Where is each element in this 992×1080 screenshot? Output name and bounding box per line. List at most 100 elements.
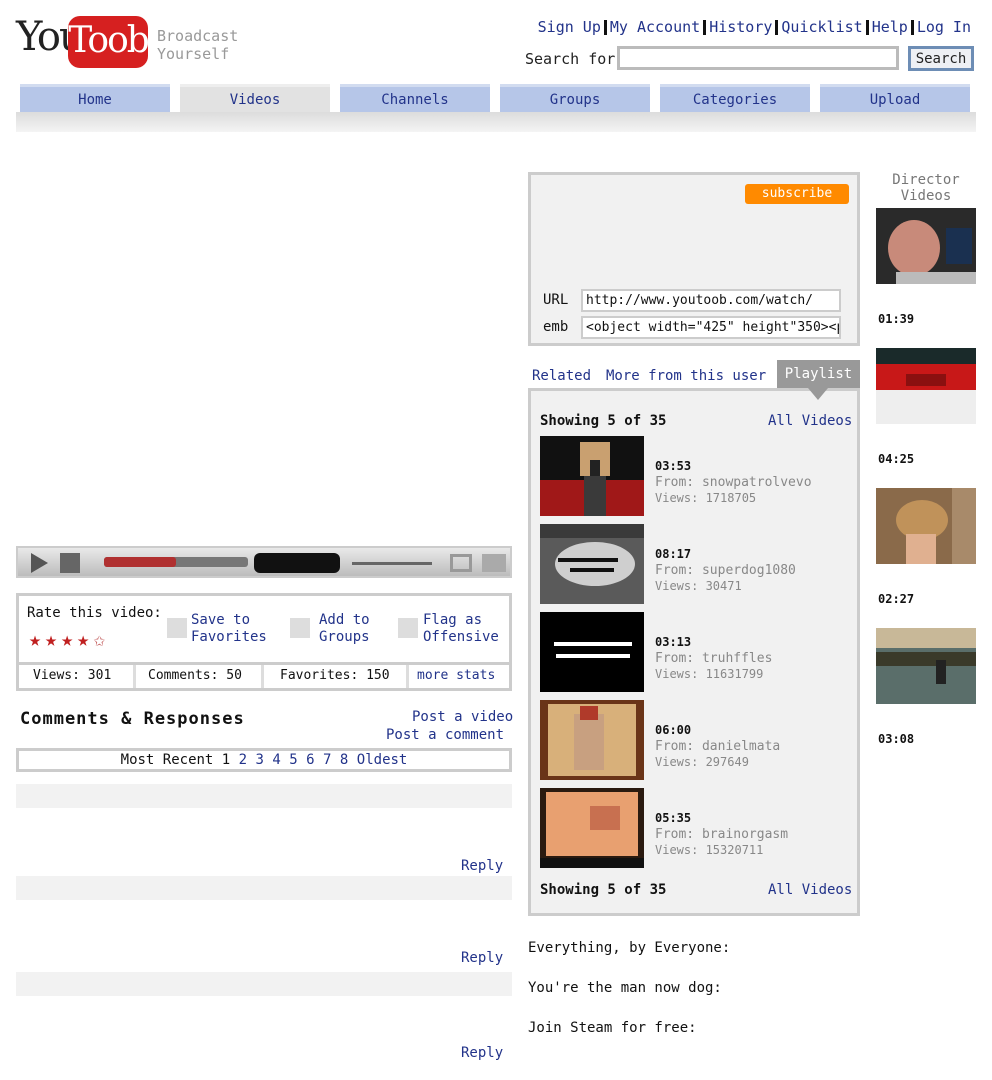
tab-related[interactable]: Related [532, 368, 591, 384]
star-icon[interactable]: ★ [29, 627, 41, 651]
video-duration: 03:53 [655, 459, 692, 473]
video-views: Views: 30471 [655, 579, 742, 593]
page-link[interactable]: 8 [340, 752, 348, 768]
oldest-link[interactable]: Oldest [357, 752, 408, 768]
page-link[interactable]: 7 [323, 752, 331, 768]
page-link[interactable]: 3 [256, 752, 264, 768]
video-thumbnail[interactable] [540, 788, 644, 868]
half-star-icon[interactable]: ✩ [93, 627, 105, 651]
star-icon[interactable]: ★ [45, 627, 57, 651]
groups-line-1: Add to [319, 612, 370, 628]
progress-bar[interactable] [104, 557, 248, 567]
showing-count: Showing 5 of 35 [540, 882, 667, 898]
video-views: Views: 297649 [655, 755, 749, 769]
video-views: Views: 1718705 [655, 491, 757, 505]
flag-offensive-link[interactable]: Flag as Offensive [423, 612, 499, 646]
tab-playlist[interactable]: Playlist [777, 360, 860, 388]
page-link[interactable]: 2 [239, 752, 247, 768]
tab-home[interactable]: Home [20, 84, 170, 114]
list-item[interactable]: 03:13 From: truhffles Views: 11631799 [540, 612, 850, 692]
star-rating[interactable]: ★ ★ ★ ★ ✩ [29, 627, 105, 651]
video-thumbnail[interactable] [540, 436, 644, 516]
video-uploader: From: superdog1080 [655, 563, 796, 578]
search-input[interactable] [617, 46, 899, 70]
save-to-favorites-link[interactable]: Save to Favorites [191, 612, 267, 646]
my-account-link[interactable]: My Account [607, 18, 703, 36]
tab-groups[interactable]: Groups [500, 84, 650, 114]
video-thumbnail[interactable] [876, 488, 976, 564]
video-thumbnail[interactable] [876, 208, 976, 284]
tab-upload[interactable]: Upload [820, 84, 970, 114]
tab-more-from-user[interactable]: More from this user [606, 368, 766, 384]
page-link[interactable]: 4 [272, 752, 280, 768]
rate-label: Rate this video: [27, 605, 162, 621]
promo-text: Everything, by Everyone: [528, 940, 731, 956]
list-item[interactable]: 05:35 From: brainorgasm Views: 15320711 [540, 788, 850, 868]
log-in-link[interactable]: Log In [914, 18, 974, 36]
video-thumbnail[interactable] [540, 612, 644, 692]
search-button[interactable]: Search [908, 46, 974, 71]
url-field[interactable]: http://www.youtoob.com/watch/ [581, 289, 841, 312]
all-videos-link[interactable]: All Videos [768, 413, 852, 429]
tab-videos[interactable]: Videos [180, 84, 330, 114]
more-stats-link[interactable]: more stats [409, 665, 495, 688]
logo-toob[interactable]: Toob [68, 16, 150, 68]
list-item[interactable]: 06:00 From: danielmata Views: 297649 [540, 700, 850, 780]
star-icon[interactable]: ★ [61, 627, 73, 651]
heart-icon[interactable] [167, 618, 187, 638]
history-link[interactable]: History [706, 18, 775, 36]
volume-slider[interactable] [352, 562, 432, 565]
add-to-groups-link[interactable]: Add to Groups [319, 612, 370, 646]
comments-stat: Comments: 50 [136, 665, 264, 688]
tab-channels[interactable]: Channels [340, 84, 490, 114]
rate-box: Rate this video: ★ ★ ★ ★ ✩ Save to Favor… [16, 593, 512, 691]
star-icon[interactable]: ★ [77, 627, 89, 651]
comments-title: Comments & Responses [20, 709, 245, 729]
post-comment-link[interactable]: Post a comment [386, 727, 504, 743]
video-thumbnail[interactable] [540, 524, 644, 604]
promo-text: Join Steam for free: [528, 1020, 697, 1036]
tab-categories[interactable]: Categories [660, 84, 810, 114]
all-videos-link[interactable]: All Videos [768, 882, 852, 898]
play-icon[interactable] [31, 553, 48, 573]
sign-up-link[interactable]: Sign Up [535, 18, 604, 36]
page-link[interactable]: 6 [306, 752, 314, 768]
video-duration: 05:35 [655, 811, 692, 825]
comment-header [16, 876, 512, 900]
comment-header [16, 972, 512, 996]
skip-icon[interactable] [60, 553, 80, 573]
tagline-line-1: Broadcast [157, 27, 239, 45]
flag-line-1: Flag as [423, 612, 483, 628]
director-title-line-2: Videos [900, 188, 952, 204]
reply-link[interactable]: Reply [461, 1045, 503, 1061]
reply-link[interactable]: Reply [461, 858, 503, 874]
director-title-line-1: Director [892, 172, 960, 188]
groups-icon[interactable] [290, 618, 310, 638]
video-duration: 01:39 [878, 312, 915, 326]
subscribe-button[interactable]: subscribe [745, 184, 849, 204]
reply-link[interactable]: Reply [461, 950, 503, 966]
video-views: Views: 15320711 [655, 843, 764, 857]
list-item[interactable]: 08:17 From: superdog1080 Views: 30471 [540, 524, 850, 604]
list-item[interactable]: 03:53 From: snowpatrolvevo Views: 171870… [540, 436, 850, 516]
pager-prefix: Most Recent 1 [120, 752, 231, 768]
post-video-link[interactable]: Post a video [412, 709, 513, 725]
video-duration: 06:00 [655, 723, 692, 737]
time-display [254, 553, 340, 573]
flag-icon[interactable] [398, 618, 418, 638]
quicklist-link[interactable]: Quicklist [778, 18, 865, 36]
video-views: Views: 11631799 [655, 667, 764, 681]
player-controls [16, 546, 512, 578]
embed-field[interactable]: <object width="425" height"350><p [581, 316, 841, 339]
showing-count: Showing 5 of 35 [540, 413, 667, 429]
video-thumbnail[interactable] [876, 628, 976, 704]
video-thumbnail[interactable] [540, 700, 644, 780]
page-link[interactable]: 5 [289, 752, 297, 768]
tagline: Broadcast Yourself [157, 27, 238, 63]
help-link[interactable]: Help [869, 18, 911, 36]
window-mode-icon[interactable] [450, 554, 472, 572]
video-duration: 02:27 [878, 592, 915, 606]
tagline-line-2: Yourself [157, 45, 230, 63]
video-thumbnail[interactable] [876, 348, 976, 424]
fullscreen-icon[interactable] [482, 554, 506, 572]
